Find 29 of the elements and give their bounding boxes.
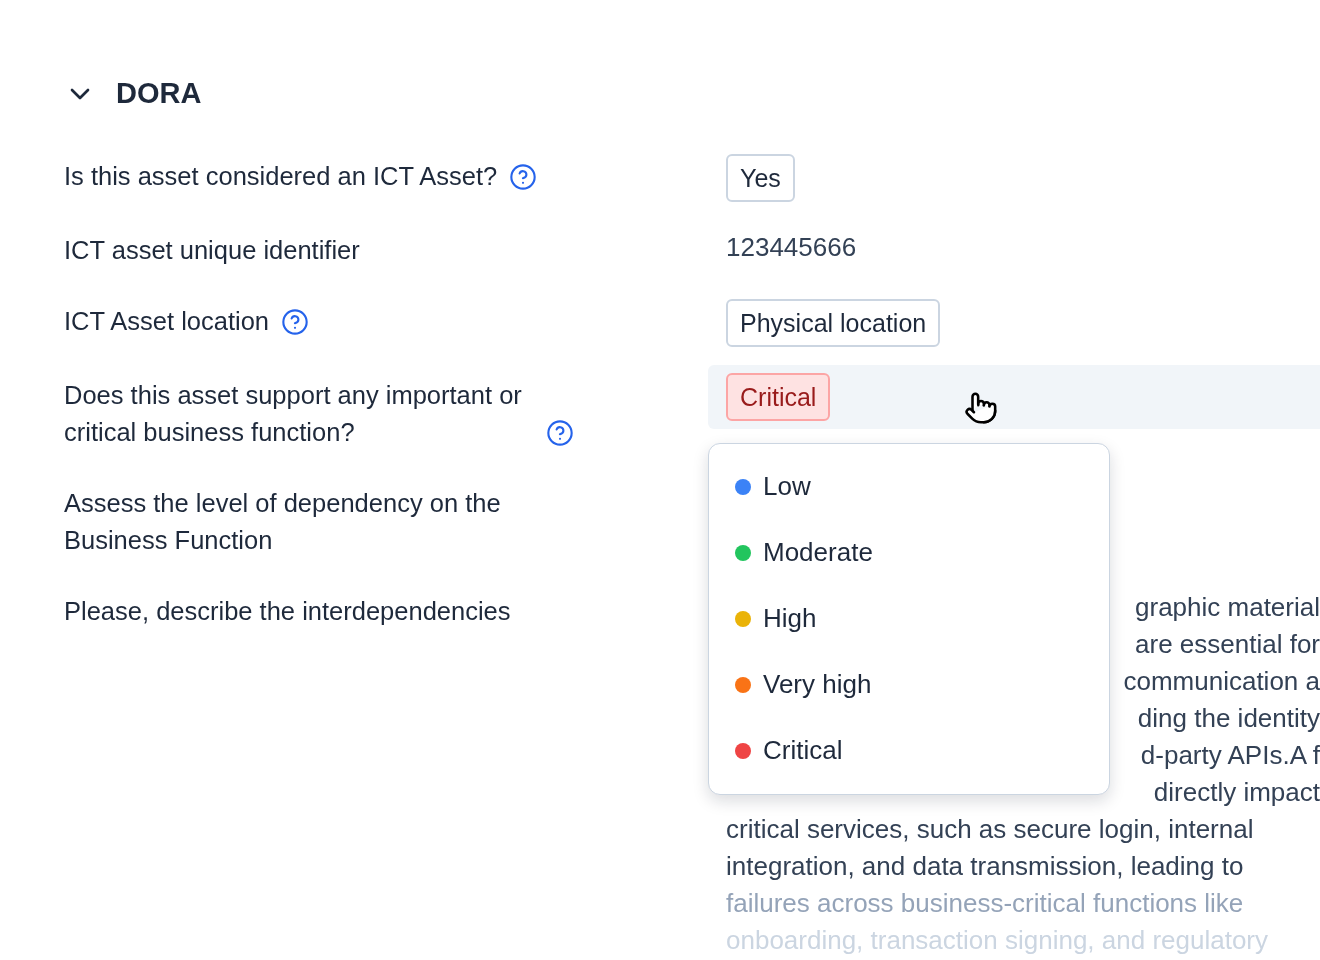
description-line: graphic material (1135, 590, 1320, 624)
section-title: DORA (116, 76, 202, 111)
dropdown-option[interactable]: Critical (709, 717, 1109, 784)
field-label: Does this asset support any important or critical business function? (64, 379, 523, 448)
field-label: Please, describe the interdependencies (64, 595, 511, 627)
help-icon[interactable] (546, 418, 574, 447)
value-chip[interactable]: Physical location (726, 298, 941, 347)
description-line: d-party APIs.A f (1140, 738, 1320, 772)
help-icon[interactable] (281, 307, 310, 336)
severity-badge[interactable]: Critical (726, 372, 831, 421)
description-line: directly impact (1153, 775, 1320, 809)
field-label: ICT Asset location (64, 305, 270, 337)
description-line: communication a (1123, 664, 1320, 698)
description-line: failures across business-critical functions like (726, 886, 1244, 920)
field-label: Assess the level of dependency on the Business Function (64, 487, 502, 556)
dropdown-option[interactable]: High (709, 585, 1109, 652)
pointer-cursor-icon (964, 390, 998, 425)
dropdown-option[interactable]: Low (709, 453, 1109, 520)
description-line: are essential for (1135, 627, 1320, 661)
field-value: 123445666 (726, 231, 857, 262)
field-label: ICT asset unique identifier (64, 234, 360, 266)
description-line: ding the identity (1137, 701, 1320, 735)
help-icon[interactable] (509, 162, 538, 191)
field-label: Is this asset considered an ICT Asset? (64, 160, 498, 192)
dropdown-option[interactable]: Very high (709, 651, 1109, 718)
description-line: critical services, such as secure login, internal (726, 812, 1254, 846)
dropdown-option[interactable]: Moderate (709, 519, 1109, 586)
description-line: integration, and data transmission, leading to (726, 849, 1244, 883)
value-chip[interactable]: Yes (726, 153, 795, 202)
